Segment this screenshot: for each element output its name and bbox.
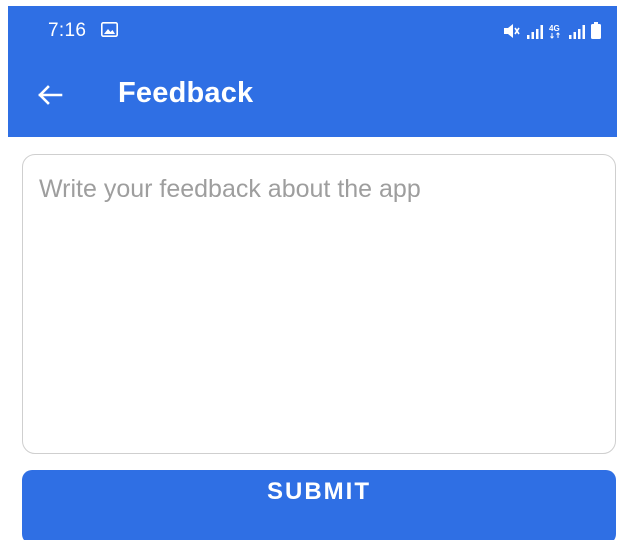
page-title: Feedback [118,77,254,109]
gallery-icon [101,22,118,37]
submit-button[interactable]: SUBMIT [22,470,616,540]
network-4g-label: 4G [549,24,560,33]
battery-icon [591,22,601,39]
feedback-field[interactable] [22,154,616,454]
signal-icon-2 [568,24,586,39]
network-4g-icon: 4G [549,23,563,39]
status-time: 7:16 [48,20,87,41]
feedback-input[interactable] [39,175,599,433]
status-bar: 7:16 4G [8,6,617,53]
feedback-screen: 7:16 4G Feedback Write your feedback abo… [0,0,617,540]
signal-icon [526,24,544,39]
app-bar: Feedback [8,53,617,137]
status-icons: 4G [503,19,601,39]
mute-icon [503,23,521,39]
arrow-left-icon [38,85,63,105]
back-button[interactable] [34,79,66,111]
